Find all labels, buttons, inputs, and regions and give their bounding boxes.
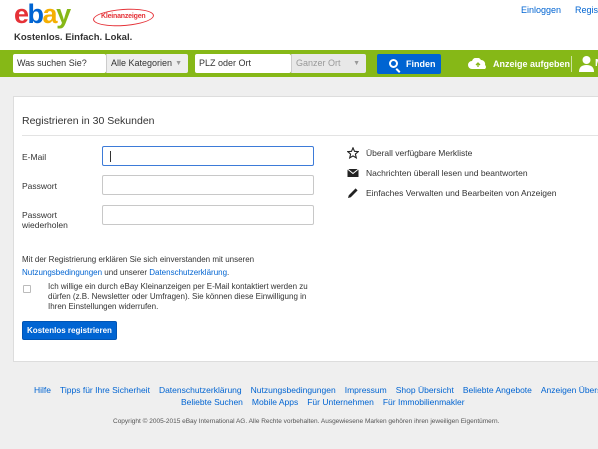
user-icon[interactable]: [579, 55, 594, 72]
radius-select[interactable]: Ganzer Ort ▼: [291, 54, 366, 73]
footer-link-popular-offers[interactable]: Beliebte Angebote: [463, 385, 532, 395]
site-header: ebay Kleinanzeigen Kostenlos. Einfach. L…: [0, 0, 598, 50]
footer-link-ads-overview[interactable]: Anzeigen Übersicht: [541, 385, 598, 395]
page-title: Registrieren in 30 Sekunden: [22, 115, 155, 127]
search-input-placeholder: Was suchen Sie?: [17, 58, 87, 68]
footer-link-terms[interactable]: Nutzungsbedingungen: [251, 385, 336, 395]
ebay-kleinanzeigen-logo[interactable]: ebay Kleinanzeigen: [14, 0, 155, 30]
footer-link-privacy[interactable]: Datenschutzerklärung: [159, 385, 242, 395]
search-bar: Was suchen Sie? Alle Kategorien ▼ PLZ od…: [0, 50, 598, 77]
privacy-policy-link[interactable]: Datenschutzerklärung: [149, 268, 227, 277]
star-icon: [347, 147, 359, 159]
password-repeat-field[interactable]: [102, 205, 314, 225]
password-label: Passwort: [22, 181, 57, 191]
registration-panel: Registrieren in 30 Sekunden E-Mail Passw…: [13, 96, 598, 362]
consent-checkbox[interactable]: [23, 285, 31, 293]
post-ad-label: Anzeige aufgeben: [493, 59, 571, 69]
footer-link-help[interactable]: Hilfe: [34, 385, 51, 395]
login-link[interactable]: Einloggen: [521, 5, 561, 15]
footer-link-imprint[interactable]: Impressum: [345, 385, 387, 395]
upload-cloud-icon: [468, 58, 486, 69]
find-button[interactable]: Finden: [377, 54, 441, 74]
footer-row: Beliebte Suchen Mobile Apps Für Unternehme…: [181, 396, 474, 409]
password-field[interactable]: [102, 175, 314, 195]
radius-select-value: Ganzer Ort: [296, 58, 341, 68]
footer-link-popular-searches[interactable]: Beliebte Suchen: [181, 397, 243, 407]
footer-link-shop-overview[interactable]: Shop Übersicht: [396, 385, 454, 395]
location-input-placeholder: PLZ oder Ort: [199, 58, 252, 68]
find-button-label: Finden: [406, 59, 436, 69]
password-repeat-label: Passwort wiederholen: [22, 210, 68, 230]
category-select[interactable]: Alle Kategorien ▼: [106, 54, 188, 73]
envelope-icon: [347, 168, 359, 177]
feature-text: Einfaches Verwalten und Bearbeiten von A…: [366, 188, 557, 198]
footer-link-mobile-apps[interactable]: Mobile Apps: [252, 397, 298, 407]
terms-notice: Mit der Registrierung erklären Sie sich …: [22, 253, 322, 279]
footer-link-for-business[interactable]: Für Unternehmen: [307, 397, 374, 407]
search-icon: [389, 59, 398, 68]
category-select-value: Alle Kategorien: [111, 58, 173, 68]
search-input[interactable]: Was suchen Sie?: [13, 54, 106, 73]
terms-text: und unserer: [102, 268, 150, 277]
footer-link-safety-tips[interactable]: Tipps für Ihre Sicherheit: [60, 385, 150, 395]
copyright-notice: Copyright © 2005-2015 eBay International…: [113, 418, 500, 425]
ebay-wordmark: ebay: [14, 0, 71, 29]
email-field[interactable]: [102, 146, 314, 166]
register-link[interactable]: Regis: [575, 5, 598, 15]
register-button[interactable]: Kostenlos registrieren: [22, 321, 117, 340]
consent-text: Ich willige ein durch eBay Kleinanzeigen…: [48, 282, 308, 311]
chevron-down-icon: ▼: [353, 60, 360, 67]
terms-text: .: [227, 268, 230, 277]
tagline: Kostenlos. Einfach. Lokal.: [14, 32, 133, 43]
chevron-down-icon: ▼: [175, 60, 182, 67]
pencil-icon: [348, 188, 358, 198]
feature-text: Überall verfügbare Merkliste: [366, 148, 473, 158]
terms-of-use-link[interactable]: Nutzungsbedingungen: [22, 268, 102, 277]
email-label: E-Mail: [22, 152, 47, 162]
header-separator: [571, 56, 572, 72]
title-divider: [22, 135, 598, 136]
terms-text: Mit der Registrierung erklären Sie sich …: [22, 255, 255, 264]
footer-link-for-realtors[interactable]: Für Immobilienmakler: [383, 397, 465, 407]
text-caret: [110, 151, 111, 162]
account-links: Einloggen Regis: [507, 5, 598, 15]
feature-text: Nachrichten überall lesen und beantworte…: [366, 168, 528, 178]
location-input[interactable]: PLZ oder Ort: [195, 54, 291, 73]
logo-badge-text: Kleinanzeigen: [101, 13, 146, 20]
